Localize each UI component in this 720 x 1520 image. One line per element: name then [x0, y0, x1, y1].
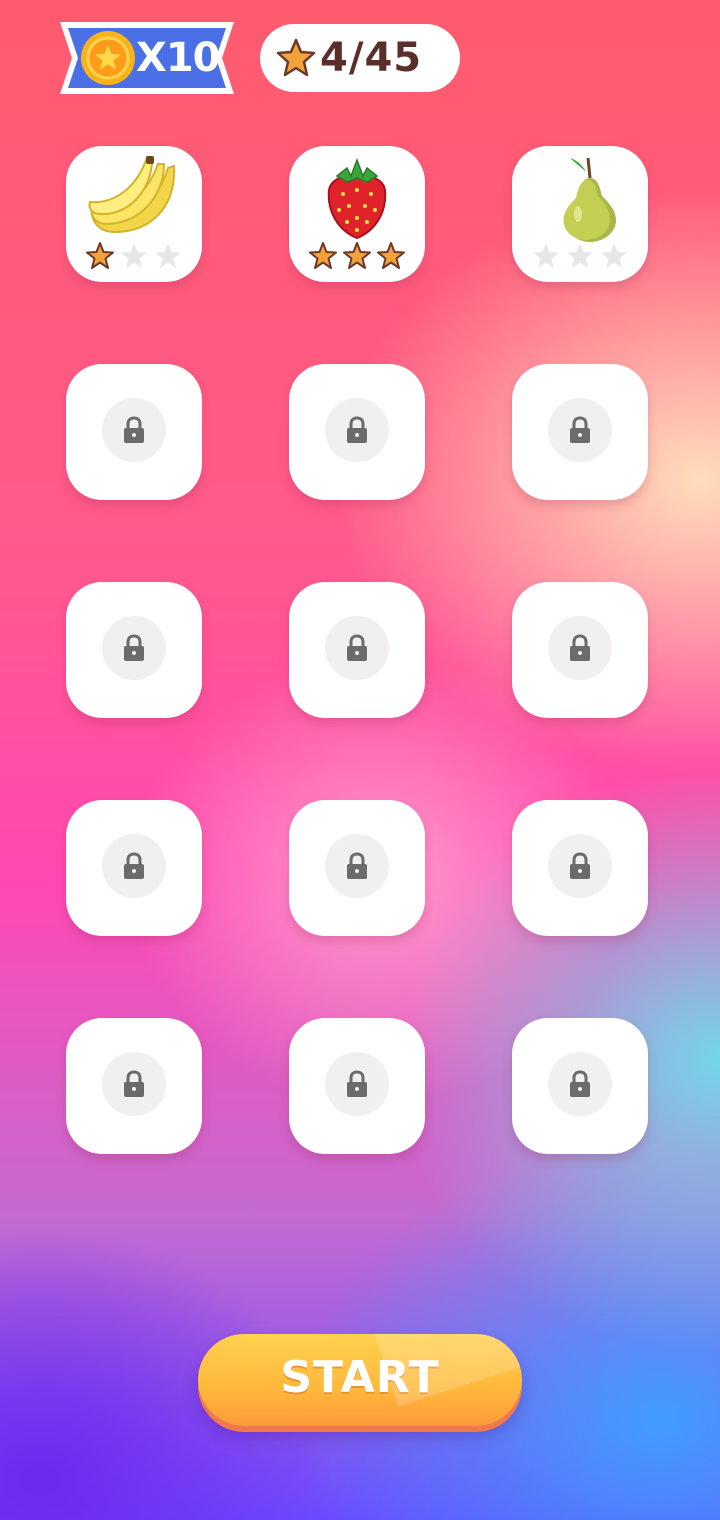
lock-badge — [325, 398, 389, 462]
lock-badge — [325, 616, 389, 680]
level-tile-locked[interactable] — [289, 800, 425, 936]
star-filled-icon — [309, 242, 337, 270]
star-empty-icon — [120, 242, 148, 270]
coin-icon — [81, 31, 135, 85]
coin-count: X10 — [136, 35, 221, 81]
lock-icon — [124, 1070, 144, 1097]
level-tile-locked[interactable] — [289, 1018, 425, 1154]
lock-badge — [325, 834, 389, 898]
level-tile-locked[interactable] — [512, 800, 648, 936]
level-tile-locked[interactable] — [66, 582, 202, 718]
level-tile-2[interactable] — [289, 146, 425, 282]
level-tile-locked[interactable] — [289, 582, 425, 718]
lock-icon — [347, 852, 367, 879]
lock-icon — [570, 416, 590, 443]
lock-icon — [570, 634, 590, 661]
lock-badge — [102, 616, 166, 680]
pear-icon — [563, 157, 616, 242]
star-counter-pill: 4/45 — [260, 24, 460, 92]
lock-icon — [124, 852, 144, 879]
level-grid — [66, 146, 648, 1154]
level-tile-3[interactable] — [512, 146, 648, 282]
level-stars — [309, 242, 405, 272]
level-tile-locked[interactable] — [66, 364, 202, 500]
star-filled-icon — [377, 242, 405, 270]
star-count: 4/45 — [320, 35, 423, 81]
level-tile-locked[interactable] — [289, 364, 425, 500]
lock-icon — [347, 1070, 367, 1097]
level-stars — [86, 242, 182, 272]
lock-badge — [102, 398, 166, 462]
level-tile-locked[interactable] — [66, 1018, 202, 1154]
star-icon — [276, 38, 316, 77]
level-tile-locked[interactable] — [512, 1018, 648, 1154]
lock-badge — [102, 834, 166, 898]
level-stars — [532, 242, 628, 272]
start-button-label: START — [280, 1352, 440, 1403]
level-tile-locked[interactable] — [512, 364, 648, 500]
lock-badge — [548, 1052, 612, 1116]
strawberry-icon — [327, 157, 387, 240]
star-filled-icon — [343, 242, 371, 270]
lock-badge — [548, 616, 612, 680]
lock-icon — [124, 416, 144, 443]
lock-badge — [548, 834, 612, 898]
lock-badge — [548, 398, 612, 462]
star-empty-icon — [566, 242, 594, 270]
lock-icon — [570, 1070, 590, 1097]
lock-icon — [124, 634, 144, 661]
lock-icon — [347, 416, 367, 443]
lock-icon — [347, 634, 367, 661]
star-empty-icon — [532, 242, 560, 270]
lock-badge — [102, 1052, 166, 1116]
star-filled-icon — [86, 242, 114, 270]
start-button[interactable]: START — [198, 1334, 522, 1426]
level-tile-locked[interactable] — [66, 800, 202, 936]
coin-counter-badge: X10 — [56, 18, 238, 98]
level-tile-1[interactable] — [66, 146, 202, 282]
banana-icon — [88, 156, 176, 234]
star-empty-icon — [600, 242, 628, 270]
star-empty-icon — [154, 242, 182, 270]
lock-badge — [325, 1052, 389, 1116]
lock-icon — [570, 852, 590, 879]
level-tile-locked[interactable] — [512, 582, 648, 718]
